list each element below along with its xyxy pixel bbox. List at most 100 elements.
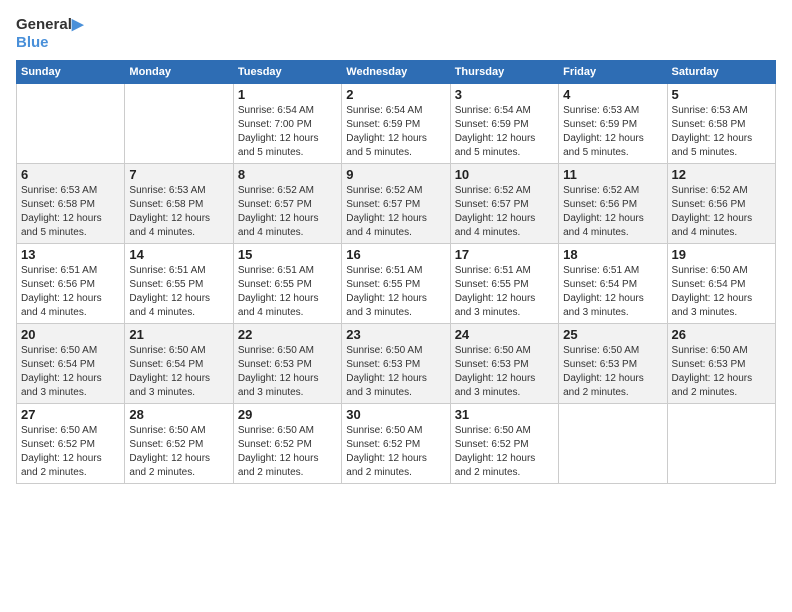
day-info: Sunrise: 6:54 AM Sunset: 6:59 PM Dayligh… [346,104,445,160]
day-info: Sunrise: 6:54 AM Sunset: 6:59 PM Dayligh… [455,104,554,160]
day-number: 22 [238,327,337,342]
calendar-week-row: 13 Sunrise: 6:51 AM Sunset: 6:56 PM Dayli… [17,244,776,324]
day-info: Sunrise: 6:52 AM Sunset: 6:57 PM Dayligh… [455,184,554,240]
calendar-cell: 12 Sunrise: 6:52 AM Sunset: 6:56 PM Dayli… [667,164,775,244]
day-number: 23 [346,327,445,342]
calendar-cell: 9 Sunrise: 6:52 AM Sunset: 6:57 PM Daylig… [342,164,450,244]
calendar-day-header: Saturday [667,61,775,84]
day-number: 14 [129,247,228,262]
day-number: 11 [563,167,662,182]
calendar-week-row: 1Sunrise: 6:54 AM Sunset: 7:00 PM Daylig… [17,84,776,164]
calendar-day-header: Wednesday [342,61,450,84]
day-info: Sunrise: 6:52 AM Sunset: 6:57 PM Dayligh… [238,184,337,240]
calendar-cell: 16Sunrise: 6:51 AM Sunset: 6:55 PM Dayli… [342,244,450,324]
day-info: Sunrise: 6:51 AM Sunset: 6:55 PM Dayligh… [346,264,445,320]
calendar-cell: 18 Sunrise: 6:51 AM Sunset: 6:54 PM Dayli… [559,244,667,324]
calendar-cell: 30 Sunrise: 6:50 AM Sunset: 6:52 PM Dayli… [342,404,450,484]
page-header: General▶ Blue [16,16,776,52]
calendar-cell: 25Sunrise: 6:50 AM Sunset: 6:53 PM Dayli… [559,324,667,404]
calendar-week-row: 27 Sunrise: 6:50 AM Sunset: 6:52 PM Dayli… [17,404,776,484]
calendar-cell: 7 Sunrise: 6:53 AM Sunset: 6:58 PM Daylig… [125,164,233,244]
day-info: Sunrise: 6:54 AM Sunset: 7:00 PM Dayligh… [238,104,337,160]
calendar-cell: 31 Sunrise: 6:50 AM Sunset: 6:52 PM Dayli… [450,404,558,484]
day-number: 8 [238,167,337,182]
calendar-week-row: 6 Sunrise: 6:53 AM Sunset: 6:58 PM Daylig… [17,164,776,244]
calendar-cell: 6 Sunrise: 6:53 AM Sunset: 6:58 PM Daylig… [17,164,125,244]
day-info: Sunrise: 6:51 AM Sunset: 6:55 PM Dayligh… [455,264,554,320]
day-number: 4 [563,87,662,102]
day-info: Sunrise: 6:50 AM Sunset: 6:52 PM Dayligh… [455,424,554,480]
calendar-week-row: 20Sunrise: 6:50 AM Sunset: 6:54 PM Dayli… [17,324,776,404]
calendar-cell: 14 Sunrise: 6:51 AM Sunset: 6:55 PM Dayli… [125,244,233,324]
calendar-cell: 11 Sunrise: 6:52 AM Sunset: 6:56 PM Dayli… [559,164,667,244]
calendar-cell: 27 Sunrise: 6:50 AM Sunset: 6:52 PM Dayli… [17,404,125,484]
day-number: 9 [346,167,445,182]
day-info: Sunrise: 6:50 AM Sunset: 6:52 PM Dayligh… [21,424,120,480]
calendar-cell: 2 Sunrise: 6:54 AM Sunset: 6:59 PM Daylig… [342,84,450,164]
day-info: Sunrise: 6:50 AM Sunset: 6:54 PM Dayligh… [21,344,120,400]
day-number: 17 [455,247,554,262]
calendar-cell [667,404,775,484]
calendar-cell: 15 Sunrise: 6:51 AM Sunset: 6:55 PM Dayli… [233,244,341,324]
calendar-cell [125,84,233,164]
calendar-day-header: Tuesday [233,61,341,84]
calendar-table: SundayMondayTuesdayWednesdayThursdayFrid… [16,60,776,484]
day-number: 18 [563,247,662,262]
day-info: Sunrise: 6:50 AM Sunset: 6:52 PM Dayligh… [129,424,228,480]
day-info: Sunrise: 6:51 AM Sunset: 6:55 PM Dayligh… [238,264,337,320]
calendar-cell: 4 Sunrise: 6:53 AM Sunset: 6:59 PM Daylig… [559,84,667,164]
day-info: Sunrise: 6:52 AM Sunset: 6:56 PM Dayligh… [563,184,662,240]
day-number: 13 [21,247,120,262]
calendar-cell: 28Sunrise: 6:50 AM Sunset: 6:52 PM Dayli… [125,404,233,484]
day-info: Sunrise: 6:51 AM Sunset: 6:56 PM Dayligh… [21,264,120,320]
day-info: Sunrise: 6:53 AM Sunset: 6:58 PM Dayligh… [129,184,228,240]
day-number: 30 [346,407,445,422]
day-info: Sunrise: 6:53 AM Sunset: 6:59 PM Dayligh… [563,104,662,160]
day-number: 25 [563,327,662,342]
day-info: Sunrise: 6:52 AM Sunset: 6:56 PM Dayligh… [672,184,771,240]
calendar-day-header: Monday [125,61,233,84]
day-info: Sunrise: 6:50 AM Sunset: 6:54 PM Dayligh… [129,344,228,400]
calendar-cell [559,404,667,484]
day-number: 5 [672,87,771,102]
day-info: Sunrise: 6:50 AM Sunset: 6:52 PM Dayligh… [346,424,445,480]
calendar-cell: 13 Sunrise: 6:51 AM Sunset: 6:56 PM Dayli… [17,244,125,324]
day-info: Sunrise: 6:50 AM Sunset: 6:53 PM Dayligh… [238,344,337,400]
day-info: Sunrise: 6:50 AM Sunset: 6:52 PM Dayligh… [238,424,337,480]
calendar-day-header: Friday [559,61,667,84]
calendar-body: 1Sunrise: 6:54 AM Sunset: 7:00 PM Daylig… [17,84,776,484]
day-info: Sunrise: 6:53 AM Sunset: 6:58 PM Dayligh… [672,104,771,160]
logo: General▶ Blue [16,16,83,52]
day-info: Sunrise: 6:52 AM Sunset: 6:57 PM Dayligh… [346,184,445,240]
calendar-cell: 3 Sunrise: 6:54 AM Sunset: 6:59 PM Daylig… [450,84,558,164]
calendar-cell: 19 Sunrise: 6:50 AM Sunset: 6:54 PM Dayli… [667,244,775,324]
calendar-cell: 22 Sunrise: 6:50 AM Sunset: 6:53 PM Dayli… [233,324,341,404]
calendar-cell: 21 Sunrise: 6:50 AM Sunset: 6:54 PM Dayli… [125,324,233,404]
calendar-cell [17,84,125,164]
day-number: 2 [346,87,445,102]
calendar-cell: 17 Sunrise: 6:51 AM Sunset: 6:55 PM Dayli… [450,244,558,324]
day-number: 21 [129,327,228,342]
calendar-cell: 29Sunrise: 6:50 AM Sunset: 6:52 PM Dayli… [233,404,341,484]
day-number: 7 [129,167,228,182]
day-number: 27 [21,407,120,422]
day-number: 19 [672,247,771,262]
day-info: Sunrise: 6:51 AM Sunset: 6:54 PM Dayligh… [563,264,662,320]
day-number: 10 [455,167,554,182]
day-info: Sunrise: 6:50 AM Sunset: 6:53 PM Dayligh… [455,344,554,400]
calendar-cell: 26Sunrise: 6:50 AM Sunset: 6:53 PM Dayli… [667,324,775,404]
day-info: Sunrise: 6:50 AM Sunset: 6:54 PM Dayligh… [672,264,771,320]
day-number: 31 [455,407,554,422]
day-number: 15 [238,247,337,262]
day-number: 6 [21,167,120,182]
day-number: 12 [672,167,771,182]
day-info: Sunrise: 6:53 AM Sunset: 6:58 PM Dayligh… [21,184,120,240]
calendar-day-header: Thursday [450,61,558,84]
day-info: Sunrise: 6:50 AM Sunset: 6:53 PM Dayligh… [346,344,445,400]
calendar-cell: 23 Sunrise: 6:50 AM Sunset: 6:53 PM Dayli… [342,324,450,404]
calendar-header-row: SundayMondayTuesdayWednesdayThursdayFrid… [17,61,776,84]
day-number: 3 [455,87,554,102]
calendar-cell: 8 Sunrise: 6:52 AM Sunset: 6:57 PM Daylig… [233,164,341,244]
day-info: Sunrise: 6:51 AM Sunset: 6:55 PM Dayligh… [129,264,228,320]
calendar-cell: 24Sunrise: 6:50 AM Sunset: 6:53 PM Dayli… [450,324,558,404]
